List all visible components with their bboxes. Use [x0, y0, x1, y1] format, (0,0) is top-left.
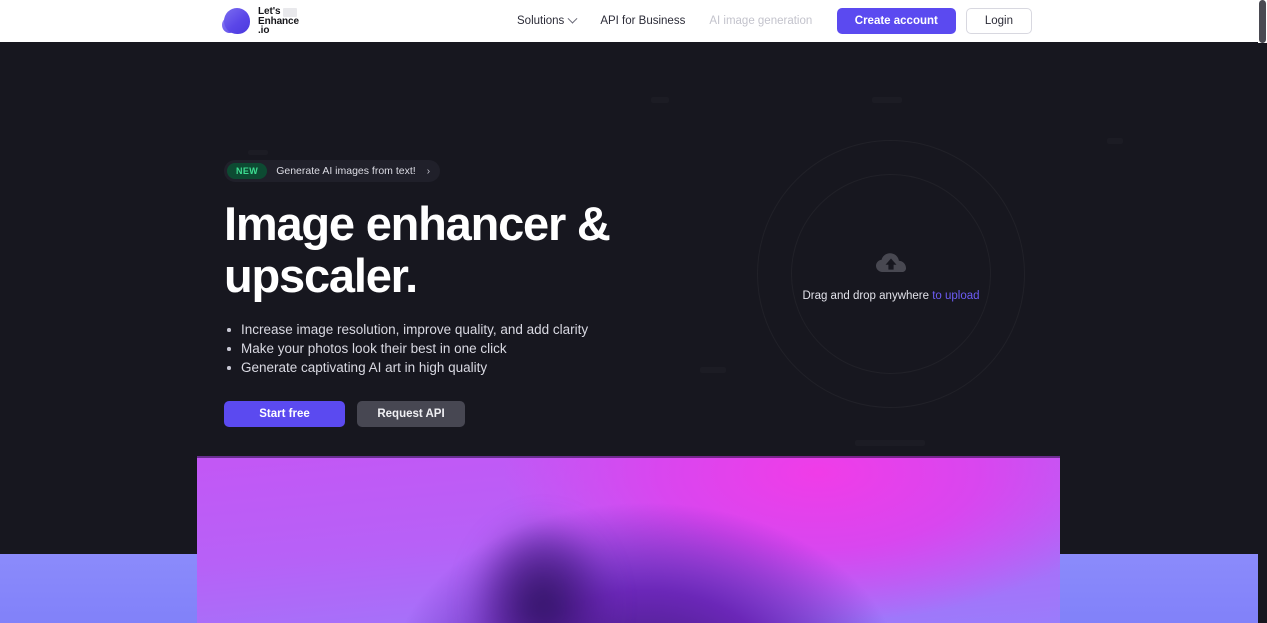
language-flag-icon[interactable] [283, 8, 297, 17]
nav-label: API for Business [600, 15, 686, 27]
page-root: NEW Generate AI images from text! › Imag… [0, 0, 1267, 623]
dropzone-upload-link[interactable]: to upload [932, 290, 979, 302]
decorative-dot [872, 97, 902, 103]
decorative-dot [855, 440, 925, 446]
hero-content: NEW Generate AI images from text! › Imag… [224, 160, 744, 427]
list-item: Increase image resolution, improve quali… [224, 320, 744, 339]
request-api-button[interactable]: Request API [357, 401, 465, 427]
nav-item-solutions[interactable]: Solutions [505, 13, 588, 27]
scrollbar-track-lower [1258, 43, 1267, 623]
cloud-upload-icon [876, 253, 906, 272]
upload-dropzone[interactable]: Drag and drop anywhere to upload [757, 140, 1025, 408]
image-top-edge [197, 456, 1060, 458]
dropzone-text: Drag and drop anywhere [802, 290, 930, 302]
hero-benefits-list: Increase image resolution, improve quali… [224, 320, 744, 377]
new-feature-badge[interactable]: NEW Generate AI images from text! › [224, 160, 441, 182]
login-button[interactable]: Login [965, 8, 1032, 34]
start-free-button[interactable]: Start free [224, 401, 345, 427]
badge-text: Generate AI images from text! [276, 165, 416, 177]
logo-blob-icon [222, 6, 252, 36]
decorative-dot [651, 97, 669, 103]
nav-item-ai-image-generation[interactable]: AI image generation [697, 15, 824, 27]
list-item: Make your photos look their best in one … [224, 339, 744, 358]
dropzone-label: Drag and drop anywhere to upload [757, 290, 1025, 302]
chevron-right-icon: › [426, 165, 431, 177]
nav-label: AI image generation [709, 15, 813, 27]
badge-new-label: NEW [227, 163, 268, 179]
page-scrollbar-track[interactable] [1258, 0, 1267, 623]
dropzone-content: Drag and drop anywhere to upload [757, 252, 1025, 302]
hero-cta-group: Start free Request API [224, 401, 744, 427]
create-account-button[interactable]: Create account [836, 8, 956, 34]
chevron-down-icon [567, 13, 578, 24]
nav-item-api-for-business[interactable]: API for Business [588, 15, 697, 27]
hero-showcase-image [197, 456, 1060, 623]
page-title: Image enhancer & upscaler. [224, 197, 611, 302]
site-header: Let's Enhance .io Solutions API for Busi… [0, 0, 1258, 42]
page-scrollbar-thumb[interactable] [1259, 0, 1266, 43]
list-item: Generate captivating AI art in high qual… [224, 358, 744, 377]
header-actions: Create account Login [836, 0, 1032, 42]
logo-line-3: .io [258, 25, 270, 37]
decorative-dot [248, 150, 268, 155]
image-silhouette [452, 476, 633, 623]
decorative-dot [1107, 138, 1123, 144]
nav-label: Solutions [517, 15, 565, 27]
